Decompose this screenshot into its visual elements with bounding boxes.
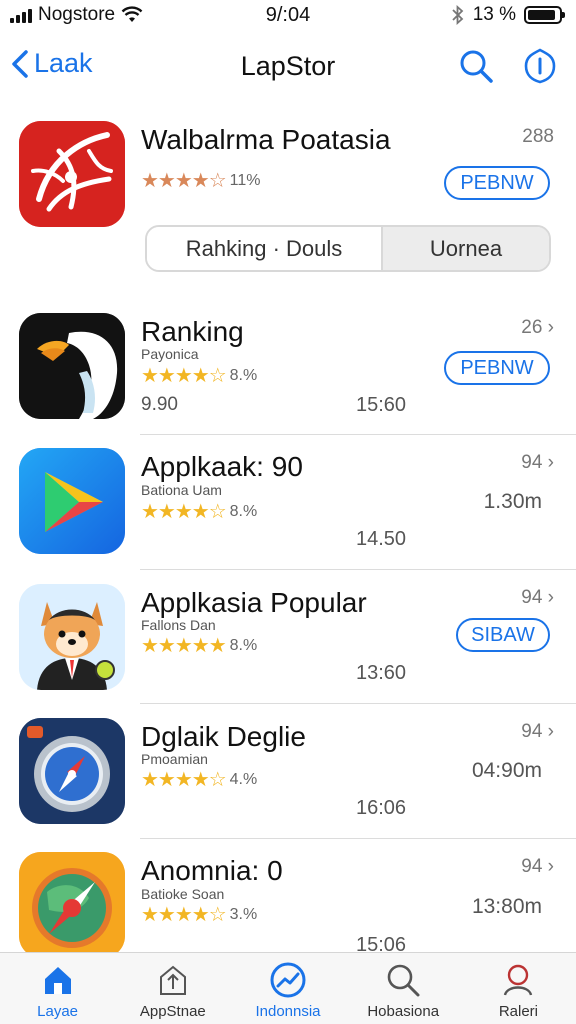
battery-fill (528, 10, 555, 20)
segmented-control: Rahking · Douls Uornea (145, 225, 551, 272)
featured-app-icon[interactable] (19, 121, 125, 227)
tab-profile[interactable]: Raleri (461, 953, 576, 1024)
get-button[interactable]: SIBAW (456, 618, 550, 652)
tab-search[interactable]: Hobasiona (346, 953, 461, 1024)
tab-indonesia[interactable]: Indonnsia (230, 953, 345, 1024)
tab-label: AppStnae (139, 1003, 206, 1020)
app-subtitle: Batioke Soan (141, 886, 225, 902)
tab-appstore[interactable]: AppStnae (115, 953, 230, 1024)
app-title[interactable]: Applkaak: 90 (141, 451, 303, 483)
app-subtitle: Fallons Dan (141, 617, 216, 633)
nav-bar: Laak LapStor (0, 34, 576, 100)
app-title[interactable]: Anomnia: 0 (141, 855, 283, 887)
segment-other[interactable]: Uornea (383, 227, 549, 270)
compass-app-icon[interactable] (19, 718, 125, 824)
segment-ranking[interactable]: Rahking · Douls (147, 227, 383, 270)
app-rating: ★★★★☆ 4.% (141, 767, 257, 792)
featured-rating: ★★★★☆ 11% (141, 168, 261, 193)
tab-label: Raleri (498, 1003, 538, 1020)
app-subtitle: Bationa Uam (141, 482, 222, 498)
rank-value: 94 (521, 856, 543, 877)
app-meta-size: 13:80m (471, 895, 542, 918)
star-rating-icon: ★★★★★ (141, 635, 227, 657)
app-meta-left: 9.90 (141, 394, 178, 415)
featured-app-title[interactable]: Walbalrma Poatasia (141, 124, 391, 156)
app-title[interactable]: Dglaik Deglie (141, 721, 306, 753)
app-subtitle: Pmoamian (141, 751, 208, 767)
row-divider (140, 703, 576, 704)
rating-count: 8.% (229, 366, 258, 384)
rating-count: 8.% (229, 502, 258, 520)
search-icon[interactable] (458, 48, 494, 84)
app-rating: ★★★★☆ 3.% (141, 902, 257, 927)
rating-count: 4.% (229, 770, 258, 788)
tab-label: Hobasiona (367, 1003, 440, 1020)
row-divider (140, 838, 576, 839)
tab-label: Indonnsia (255, 1003, 321, 1020)
app-meta-size: 1.30m (483, 490, 542, 513)
star-rating-icon: ★★★★☆ (141, 904, 227, 926)
battery-percent: 13 % (472, 4, 516, 25)
rank-value: 26 (521, 317, 543, 338)
rank-number: 94 › (521, 856, 554, 877)
tab-label: Layae (37, 1003, 79, 1020)
star-rating-icon: ★★★★☆ (141, 170, 227, 192)
app-rating: ★★★★☆ 8.% (141, 363, 257, 388)
search-icon (387, 964, 420, 997)
fox-character-app-icon[interactable] (19, 584, 125, 690)
app-meta-size: 04:90m (471, 759, 542, 782)
upload-icon (159, 965, 186, 995)
featured-get-button[interactable]: PEBNW (444, 166, 550, 200)
status-right: 13 % (451, 4, 565, 26)
rank-number: 94 › (521, 721, 554, 742)
home-icon (44, 967, 71, 994)
rank-number: 94 › (521, 452, 554, 473)
rank-value: 94 (521, 452, 543, 473)
featured-rank: 288 (522, 126, 554, 147)
star-rating-icon: ★★★★☆ (141, 769, 227, 791)
app-meta-time: 14.50 (356, 528, 407, 550)
app-meta-time: 15:60 (356, 394, 407, 416)
rank-value: 94 (521, 721, 543, 742)
navigator-app-icon[interactable] (19, 852, 125, 958)
tab-home[interactable]: Layae (0, 953, 115, 1024)
bluetooth-icon (452, 5, 463, 25)
rank-number: 26 › (521, 317, 554, 338)
app-subtitle: Payonica (141, 346, 199, 362)
get-button[interactable]: PEBNW (444, 351, 550, 385)
profile-icon (504, 964, 533, 996)
app-rating: ★★★★★ 8.% (141, 633, 257, 658)
app-rating: ★★★★☆ 8.% (141, 499, 257, 524)
app-meta-time: 16:06 (356, 797, 407, 819)
rating-count: 3.% (229, 905, 258, 923)
battery-icon (524, 6, 565, 24)
info-icon[interactable] (522, 48, 558, 84)
rank-value: 94 (521, 587, 543, 608)
play-app-icon[interactable] (19, 448, 125, 554)
status-bar: Nogstore 9/:04 13 % (0, 0, 576, 34)
tab-bar: Layae AppStnae Indonnsia Hobasiona Raler… (0, 952, 576, 1024)
row-divider (140, 569, 576, 570)
star-rating-icon: ★★★★☆ (141, 365, 227, 387)
rating-count: 8.% (229, 636, 258, 654)
penguin-app-icon[interactable] (19, 313, 125, 419)
trend-icon (270, 962, 306, 998)
rank-number: 94 › (521, 587, 554, 608)
star-rating-icon: ★★★★☆ (141, 501, 227, 523)
row-divider (140, 434, 576, 435)
app-title[interactable]: Ranking (141, 316, 244, 348)
featured-rating-count: 11% (229, 171, 261, 189)
app-title[interactable]: Applkasia Popular (141, 587, 367, 619)
app-meta-time: 13:60 (356, 662, 407, 684)
